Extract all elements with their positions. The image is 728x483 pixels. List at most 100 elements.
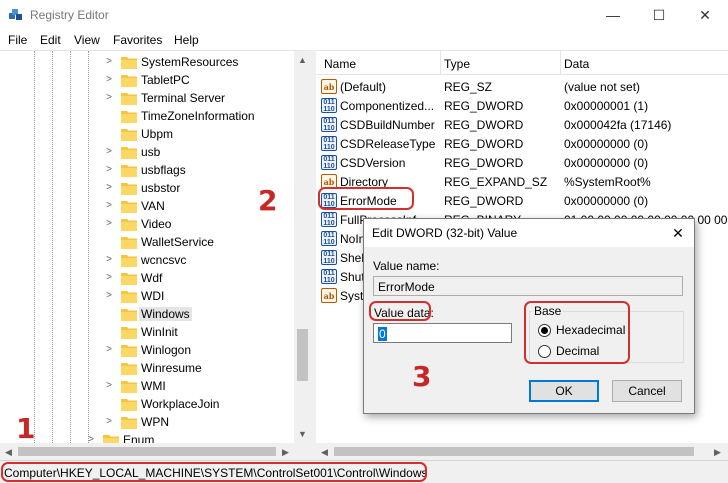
- tree-item-video[interactable]: > Video: [0, 215, 294, 233]
- expand-chevron-icon[interactable]: >: [104, 380, 114, 392]
- menu-edit[interactable]: Edit: [40, 33, 61, 47]
- scroll-left-icon[interactable]: ◀: [3, 446, 14, 458]
- value-data-cell: 0x00000000 (0): [564, 137, 649, 151]
- menu-file[interactable]: File: [8, 33, 27, 47]
- scroll-right-icon[interactable]: ▶: [280, 446, 291, 458]
- value-data-input[interactable]: 0: [373, 323, 512, 343]
- tree-item-tabletpc[interactable]: > TabletPC: [0, 71, 294, 89]
- expand-chevron-icon[interactable]: >: [104, 416, 114, 428]
- tree-item-usb[interactable]: > usb: [0, 143, 294, 161]
- expand-chevron-icon[interactable]: >: [104, 92, 114, 104]
- folder-icon: [121, 381, 137, 393]
- folder-icon: [121, 399, 137, 411]
- expand-chevron-icon[interactable]: >: [104, 290, 114, 302]
- tree-hscroll-thumb[interactable]: [18, 447, 276, 456]
- tree-item-label: SystemResources: [141, 55, 239, 69]
- close-button[interactable]: ✕: [682, 0, 728, 30]
- tree-item-usbflags[interactable]: > usbflags: [0, 161, 294, 179]
- tree-item-label: WorkplaceJoin: [141, 397, 220, 411]
- folder-icon: [121, 291, 137, 303]
- tree-horizontal-scrollbar[interactable]: ◀ ▶: [0, 443, 311, 460]
- folder-icon: [121, 111, 137, 123]
- key-tree-pane[interactable]: > SystemResources > TabletPC > Terminal Serve…: [0, 50, 311, 460]
- menu-help[interactable]: Help: [174, 33, 199, 47]
- column-divider[interactable]: [440, 51, 441, 75]
- binary-value-icon: 011 110: [321, 155, 337, 170]
- scroll-left-icon[interactable]: ◀: [319, 446, 330, 458]
- tree-item-label: WMI: [141, 379, 166, 393]
- tree-vertical-scrollbar[interactable]: ▲ ▼: [294, 51, 311, 443]
- folder-icon: [121, 237, 137, 249]
- value-row-csdreleasetype[interactable]: 011 110 CSDReleaseType REG_DWORD 0x00000000 …: [316, 134, 728, 153]
- expand-chevron-icon[interactable]: >: [104, 146, 114, 158]
- expand-chevron-icon[interactable]: >: [104, 74, 114, 86]
- tree-item-wpn[interactable]: > WPN: [0, 413, 294, 431]
- value-row-csdbuildnumber[interactable]: 011 110 CSDBuildNumber REG_DWORD 0x000042fa …: [316, 115, 728, 134]
- value-data-cell: (value not set): [564, 80, 641, 94]
- value-row-componentized[interactable]: 011 110 Componentized... REG_DWORD 0x0000000…: [316, 96, 728, 115]
- expand-chevron-icon[interactable]: >: [104, 56, 114, 68]
- tree-item-winresume[interactable]: Winresume: [0, 359, 294, 377]
- folder-icon: [121, 345, 137, 357]
- tree-item-wmi[interactable]: > WMI: [0, 377, 294, 395]
- column-header-name[interactable]: Name: [324, 57, 356, 71]
- folder-icon: [121, 57, 137, 69]
- close-icon: ✕: [699, 6, 711, 23]
- folder-icon: [121, 417, 137, 429]
- tree-item-label: Video: [141, 217, 172, 231]
- ok-button[interactable]: OK: [529, 380, 599, 402]
- tree-item-label: WinInit: [141, 325, 178, 339]
- tree-item-wcncsvc[interactable]: > wcncsvc: [0, 251, 294, 269]
- tree-item-timezoneinformation[interactable]: TimeZoneInformation: [0, 107, 294, 125]
- expand-chevron-icon[interactable]: >: [104, 272, 114, 284]
- cancel-button[interactable]: Cancel: [612, 380, 682, 402]
- tree-item-ubpm[interactable]: Ubpm: [0, 125, 294, 143]
- value-name-cell: (Default): [340, 80, 387, 94]
- tree-item-wdf[interactable]: > Wdf: [0, 269, 294, 287]
- folder-icon: [121, 129, 137, 141]
- tree-scroll-thumb[interactable]: [297, 329, 308, 381]
- expand-chevron-icon[interactable]: >: [104, 344, 114, 356]
- tree-item-workplacejoin[interactable]: WorkplaceJoin: [0, 395, 294, 413]
- value-row--default[interactable]: ab (Default) REG_SZ (value not set): [316, 77, 728, 96]
- list-horizontal-scrollbar[interactable]: ◀ ▶: [316, 443, 728, 460]
- tree-item-winlogon[interactable]: > Winlogon: [0, 341, 294, 359]
- tree-item-terminal-server[interactable]: > Terminal Server: [0, 89, 294, 107]
- expand-chevron-icon[interactable]: >: [104, 254, 114, 266]
- tree-item-windows[interactable]: Windows: [0, 305, 294, 323]
- tree-item-label: WalletService: [141, 235, 214, 249]
- tree-item-wdi[interactable]: > WDI: [0, 287, 294, 305]
- column-header-type[interactable]: Type: [444, 57, 470, 71]
- minimize-icon: —: [606, 7, 620, 23]
- menu-favorites[interactable]: Favorites: [113, 33, 162, 47]
- tree-item-wininit[interactable]: WinInit: [0, 323, 294, 341]
- maximize-button[interactable]: ☐: [636, 0, 682, 30]
- column-header-data[interactable]: Data: [564, 57, 589, 71]
- minimize-button[interactable]: —: [590, 0, 636, 30]
- column-divider[interactable]: [560, 51, 561, 75]
- expand-chevron-icon[interactable]: >: [104, 164, 114, 176]
- menu-view[interactable]: View: [74, 33, 100, 47]
- scroll-up-icon[interactable]: ▲: [297, 54, 308, 66]
- value-name-field: ErrorMode: [373, 276, 683, 296]
- expand-chevron-icon[interactable]: >: [104, 200, 114, 212]
- folder-icon: [121, 183, 137, 195]
- tree-item-walletservice[interactable]: WalletService: [0, 233, 294, 251]
- annotation-number-1: 1: [16, 412, 36, 445]
- value-row-csdversion[interactable]: 011 110 CSDVersion REG_DWORD 0x00000000 (0): [316, 153, 728, 172]
- scroll-right-icon[interactable]: ▶: [712, 446, 723, 458]
- annotation-number-3: 3: [412, 360, 432, 393]
- tree-item-usbstor[interactable]: > usbstor: [0, 179, 294, 197]
- value-data-cell: 0x00000001 (1): [564, 99, 649, 113]
- value-data-text: 0: [378, 327, 387, 341]
- tree-item-label: usbstor: [141, 181, 181, 195]
- tree-item-van[interactable]: > VAN: [0, 197, 294, 215]
- tree-item-label: Winlogon: [141, 343, 192, 357]
- expand-chevron-icon[interactable]: >: [104, 218, 114, 230]
- scroll-down-icon[interactable]: ▼: [297, 428, 308, 440]
- registry-editor-icon: [9, 9, 22, 20]
- tree-item-systemresources[interactable]: > SystemResources: [0, 53, 294, 71]
- list-hscroll-thumb[interactable]: [334, 447, 694, 456]
- expand-chevron-icon[interactable]: >: [104, 182, 114, 194]
- dialog-close-icon[interactable]: ✕: [668, 223, 688, 243]
